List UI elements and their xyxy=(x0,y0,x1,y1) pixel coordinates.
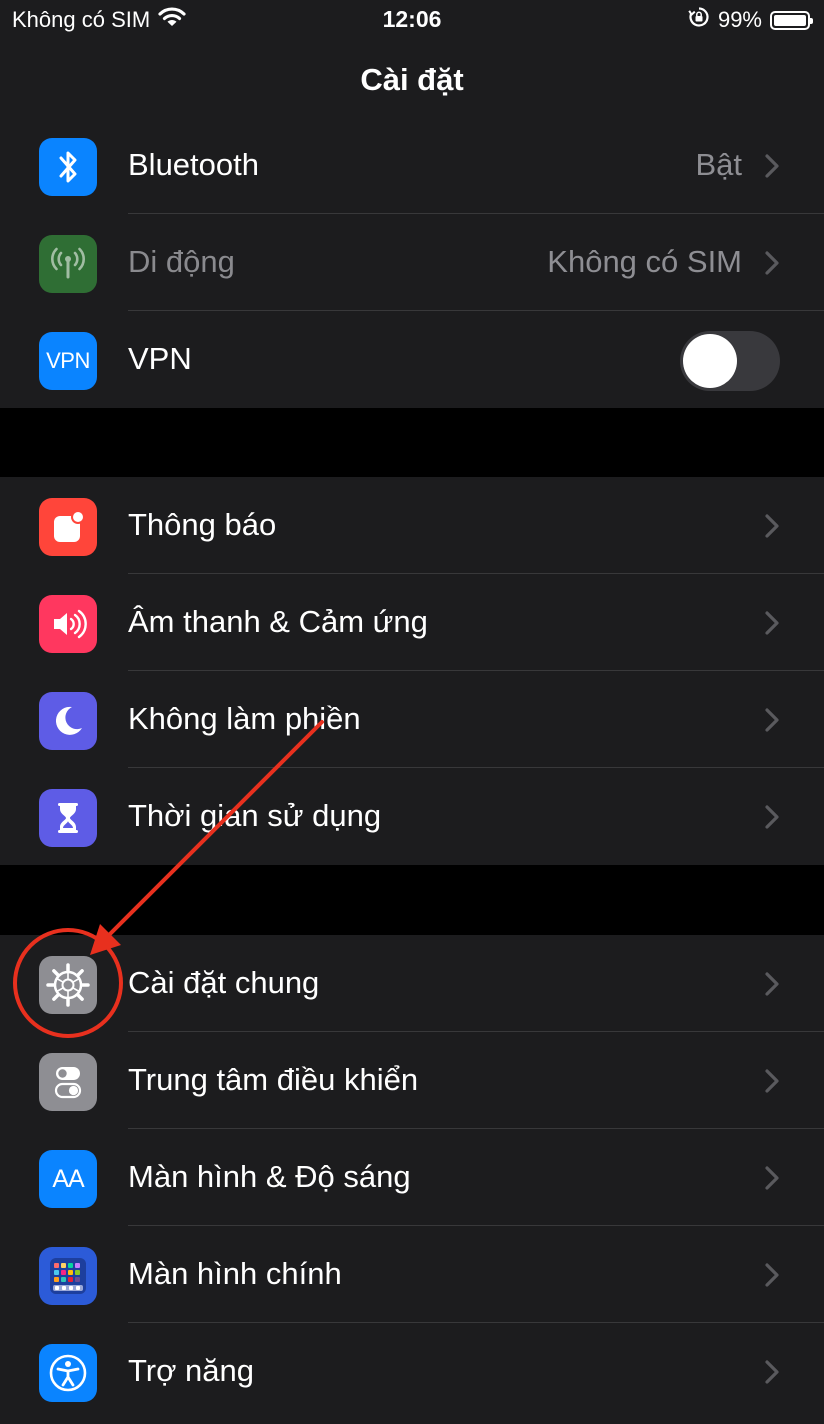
bluetooth-label: Bluetooth xyxy=(128,147,259,182)
bluetooth-value: Bật xyxy=(695,147,742,182)
vpn-toggle[interactable] xyxy=(680,331,780,391)
battery-icon xyxy=(770,10,813,30)
cellular-icon xyxy=(39,235,97,293)
home-screen-label: Màn hình chính xyxy=(128,1256,342,1291)
chevron-right-icon xyxy=(765,1263,779,1287)
gear-icon xyxy=(39,956,97,1014)
settings-row-control-center[interactable]: Trung tâm điều khiển xyxy=(0,1032,824,1129)
status-right: 99% xyxy=(688,6,813,34)
general-group: Cài đặt chung Trung tâm điều khiển AA Mà… xyxy=(0,935,824,1424)
accessibility-icon xyxy=(39,1344,97,1402)
chevron-right-icon xyxy=(765,972,779,996)
cellular-value: Không có SIM xyxy=(547,244,742,279)
settings-row-display-brightness[interactable]: AA Màn hình & Độ sáng xyxy=(0,1129,824,1226)
status-bar: Không có SIM 12:06 99% xyxy=(0,0,824,44)
orientation-lock-icon xyxy=(688,6,710,34)
notifications-label: Thông báo xyxy=(128,507,277,542)
chevron-right-icon xyxy=(765,154,779,178)
vpn-label: VPN xyxy=(128,341,192,376)
bluetooth-icon xyxy=(39,138,97,196)
cellular-label: Di động xyxy=(128,244,235,279)
sounds-label: Âm thanh & Cảm ứng xyxy=(128,604,428,639)
chevron-right-icon xyxy=(765,1069,779,1093)
screen-time-label: Thời gian sử dụng xyxy=(128,798,382,833)
chevron-right-icon xyxy=(765,1360,779,1384)
toggle-knob xyxy=(683,334,737,388)
battery-level xyxy=(774,14,806,26)
settings-row-do-not-disturb[interactable]: Không làm phiền xyxy=(0,671,824,768)
settings-row-cellular[interactable]: Di động Không có SIM xyxy=(0,214,824,311)
display-brightness-icon: AA xyxy=(39,1150,97,1208)
chevron-right-icon xyxy=(765,805,779,829)
vpn-icon-text: VPN xyxy=(46,348,90,373)
chevron-right-icon xyxy=(765,1166,779,1190)
control-center-icon xyxy=(39,1053,97,1111)
settings-row-home-screen[interactable]: Màn hình chính xyxy=(0,1226,824,1323)
settings-screen: Không có SIM 12:06 99% Cài đặt Bluetooth… xyxy=(0,0,824,1424)
page-title: Cài đặt xyxy=(360,62,464,97)
moon-icon xyxy=(39,692,97,750)
chevron-right-icon xyxy=(765,251,779,275)
settings-row-accessibility[interactable]: Trợ năng xyxy=(0,1323,824,1420)
control-center-label: Trung tâm điều khiển xyxy=(128,1062,419,1097)
settings-row-screen-time[interactable]: Thời gian sử dụng xyxy=(0,768,824,865)
hourglass-icon xyxy=(39,789,97,847)
chevron-right-icon xyxy=(765,514,779,538)
display-icon-text: AA xyxy=(52,1164,84,1193)
accessibility-label: Trợ năng xyxy=(128,1353,255,1388)
do-not-disturb-label: Không làm phiền xyxy=(128,701,361,736)
chevron-right-icon xyxy=(765,611,779,635)
connectivity-group: Bluetooth Bật Di động Không có SIM VPN V… xyxy=(0,117,824,408)
settings-row-sounds[interactable]: Âm thanh & Cảm ứng xyxy=(0,574,824,671)
settings-row-general[interactable]: Cài đặt chung xyxy=(0,935,824,1032)
battery-percent: 99% xyxy=(717,7,762,32)
vpn-icon: VPN xyxy=(39,332,97,390)
notifications-group: Thông báo Âm thanh & Cảm ứng Không làm p… xyxy=(0,477,824,865)
settings-row-vpn[interactable]: VPN VPN xyxy=(0,311,824,408)
chevron-right-icon xyxy=(765,708,779,732)
sounds-icon xyxy=(39,595,97,653)
home-screen-icon xyxy=(39,1247,97,1305)
settings-row-notifications[interactable]: Thông báo xyxy=(0,477,824,574)
display-brightness-label: Màn hình & Độ sáng xyxy=(128,1159,411,1194)
general-label: Cài đặt chung xyxy=(128,965,320,1000)
notifications-icon xyxy=(39,498,97,556)
settings-row-bluetooth[interactable]: Bluetooth Bật xyxy=(0,117,824,214)
